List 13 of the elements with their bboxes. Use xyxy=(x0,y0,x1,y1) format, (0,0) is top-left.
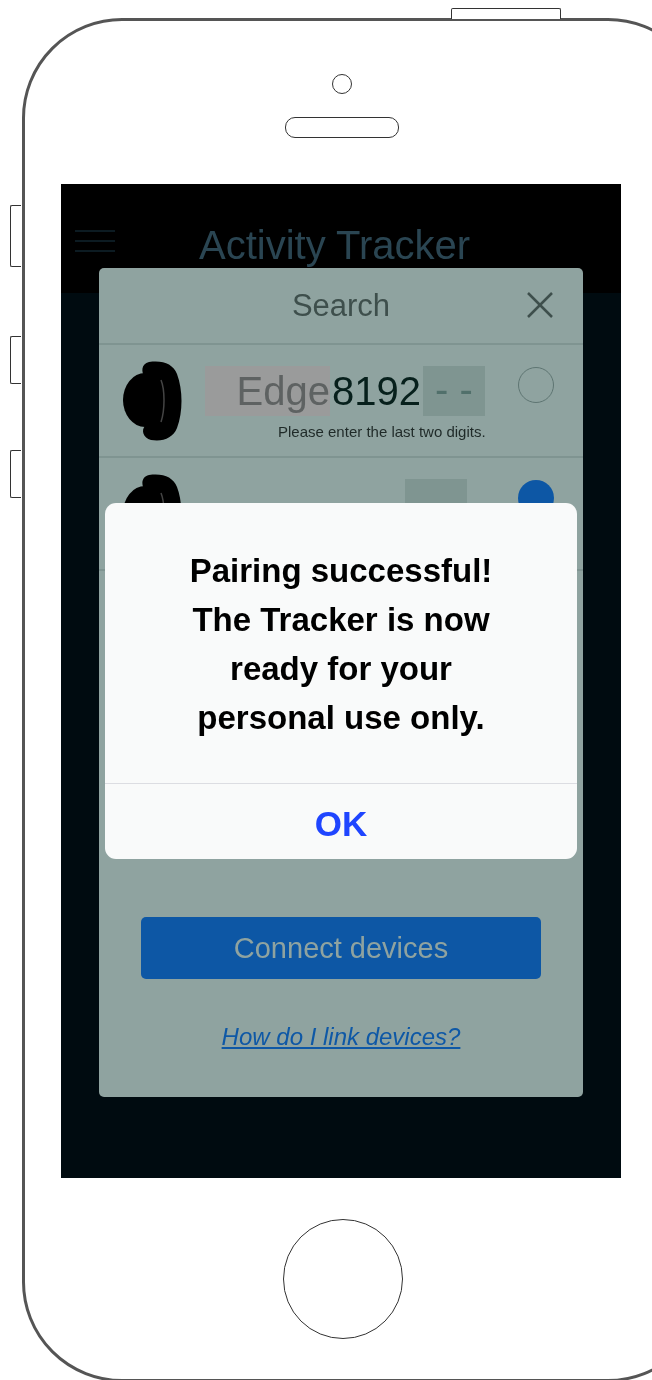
ok-button[interactable]: OK xyxy=(294,800,388,848)
watch-icon xyxy=(121,359,183,442)
digits-field[interactable]: - - xyxy=(423,365,485,416)
help-link[interactable]: How do I link devices? xyxy=(221,1023,461,1051)
device-row[interactable]: Edge8192 - - Please enter the last two digits. xyxy=(99,345,583,458)
app-title: Activity Tracker xyxy=(199,225,471,265)
hint-text: Please enter the last two digits. xyxy=(278,423,486,440)
device-number: 8192 xyxy=(331,367,422,415)
connect-button[interactable]: Connect devices xyxy=(141,917,541,979)
close-button[interactable] xyxy=(525,290,555,320)
alert-message: Pairing successful! The Tracker is now ready for your personal use only. xyxy=(188,551,494,738)
dialog-title: Search xyxy=(291,287,391,324)
device-name-field[interactable]: Edge xyxy=(205,365,330,416)
